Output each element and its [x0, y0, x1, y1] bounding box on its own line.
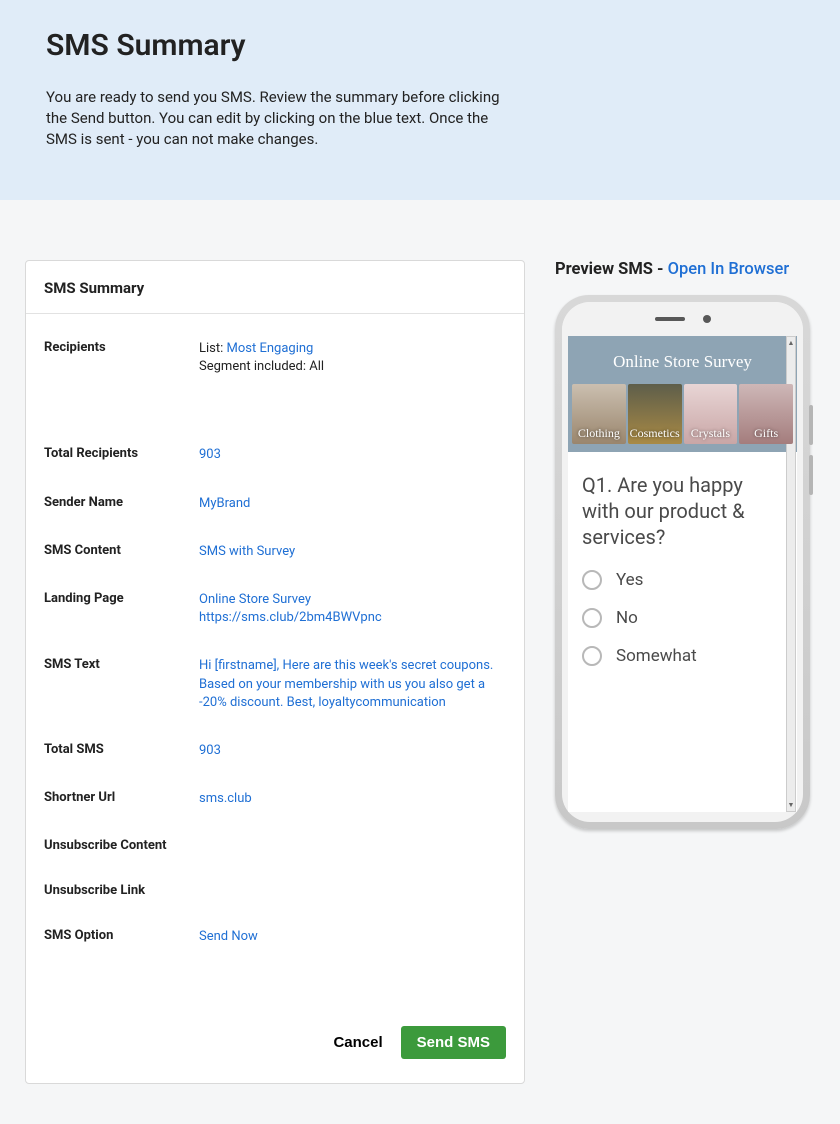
hero-category-clothing[interactable]: Clothing	[572, 384, 626, 444]
survey-option-label: No	[616, 608, 638, 628]
preview-title: Preview SMS - Open In Browser	[555, 260, 815, 279]
radio-icon	[582, 608, 602, 628]
hero-category-label: Cosmetics	[630, 426, 680, 444]
hero-category-cosmetics[interactable]: Cosmetics	[628, 384, 682, 444]
row-unsubscribe-content: Unsubscribe Content	[44, 838, 506, 853]
radio-icon	[582, 570, 602, 590]
preview-screen: ▲ ▼ Online Store Survey Clothing Cosmeti…	[568, 336, 797, 812]
page-header: SMS Summary You are ready to send you SM…	[0, 0, 840, 200]
hero-category-label: Clothing	[578, 426, 620, 444]
page-title: SMS Summary	[46, 28, 794, 63]
recipients-segment: Segment included: All	[199, 359, 324, 374]
landing-page-name-link[interactable]: Online Store Survey	[199, 592, 311, 607]
sms-option-label: SMS Option	[44, 928, 199, 943]
scrollbar-up-icon[interactable]: ▲	[787, 337, 795, 349]
sms-option-link[interactable]: Send Now	[199, 929, 258, 944]
send-sms-button[interactable]: Send SMS	[401, 1026, 506, 1059]
sms-content-label: SMS Content	[44, 543, 199, 558]
card-title: SMS Summary	[44, 279, 506, 297]
row-total-sms: Total SMS 903	[44, 742, 506, 760]
survey-hero: Online Store Survey Clothing Cosmetics C…	[568, 336, 797, 452]
sms-text-link[interactable]: Hi [firstname], Here are this week's sec…	[199, 658, 493, 709]
total-sms-link[interactable]: 903	[199, 743, 221, 758]
phone-side-button	[809, 405, 813, 445]
radio-icon	[582, 646, 602, 666]
hero-category-label: Gifts	[754, 426, 778, 444]
recipients-list-link[interactable]: Most Engaging	[227, 341, 314, 356]
landing-page-label: Landing Page	[44, 591, 199, 606]
cancel-button[interactable]: Cancel	[333, 1034, 382, 1051]
sms-content-link[interactable]: SMS with Survey	[199, 544, 295, 559]
hero-category-gifts[interactable]: Gifts	[739, 384, 793, 444]
survey-question: Q1. Are you happy with our product & ser…	[582, 472, 783, 550]
hero-category-label: Crystals	[691, 426, 730, 444]
sms-summary-card: SMS Summary Recipients List: Most Engagi…	[25, 260, 525, 1084]
total-sms-label: Total SMS	[44, 742, 199, 757]
unsubscribe-link-label: Unsubscribe Link	[44, 883, 199, 898]
phone-notch	[562, 302, 803, 336]
sms-text-label: SMS Text	[44, 657, 199, 672]
phone-camera-icon	[703, 315, 711, 323]
row-sender-name: Sender Name MyBrand	[44, 495, 506, 513]
row-unsubscribe-link: Unsubscribe Link	[44, 883, 506, 898]
page-description: You are ready to send you SMS. Review th…	[46, 87, 516, 150]
open-in-browser-link[interactable]: Open In Browser	[668, 260, 790, 279]
row-sms-text: SMS Text Hi [firstname], Here are this w…	[44, 657, 506, 712]
recipients-list-prefix: List:	[199, 341, 227, 356]
phone-side-button	[809, 455, 813, 495]
phone-frame: ▲ ▼ Online Store Survey Clothing Cosmeti…	[555, 295, 810, 829]
total-recipients-link[interactable]: 903	[199, 447, 221, 462]
total-recipients-label: Total Recipients	[44, 446, 199, 461]
sender-name-link[interactable]: MyBrand	[199, 496, 250, 511]
phone-speaker-icon	[655, 317, 685, 321]
survey-option-label: Somewhat	[616, 646, 697, 666]
survey-hero-title: Online Store Survey	[572, 352, 793, 372]
row-shortner-url: Shortner Url sms.club	[44, 790, 506, 808]
shortner-url-link[interactable]: sms.club	[199, 791, 252, 806]
row-recipients: Recipients List: Most Engaging Segment i…	[44, 340, 506, 376]
row-sms-option: SMS Option Send Now	[44, 928, 506, 946]
sender-name-label: Sender Name	[44, 495, 199, 510]
landing-page-url-link[interactable]: https://sms.club/2bm4BWVpnc	[199, 610, 382, 625]
hero-category-crystals[interactable]: Crystals	[684, 384, 738, 444]
unsubscribe-content-label: Unsubscribe Content	[44, 838, 199, 853]
survey-option-yes[interactable]: Yes	[582, 570, 783, 590]
row-total-recipients: Total Recipients 903	[44, 446, 506, 464]
survey-option-label: Yes	[616, 570, 643, 590]
recipients-label: Recipients	[44, 340, 199, 355]
scrollbar-down-icon[interactable]: ▼	[787, 799, 795, 811]
shortner-url-label: Shortner Url	[44, 790, 199, 805]
preview-title-prefix: Preview SMS -	[555, 260, 668, 279]
row-landing-page: Landing Page Online Store Survey https:/…	[44, 591, 506, 627]
survey-option-no[interactable]: No	[582, 608, 783, 628]
row-sms-content: SMS Content SMS with Survey	[44, 543, 506, 561]
survey-option-somewhat[interactable]: Somewhat	[582, 646, 783, 666]
